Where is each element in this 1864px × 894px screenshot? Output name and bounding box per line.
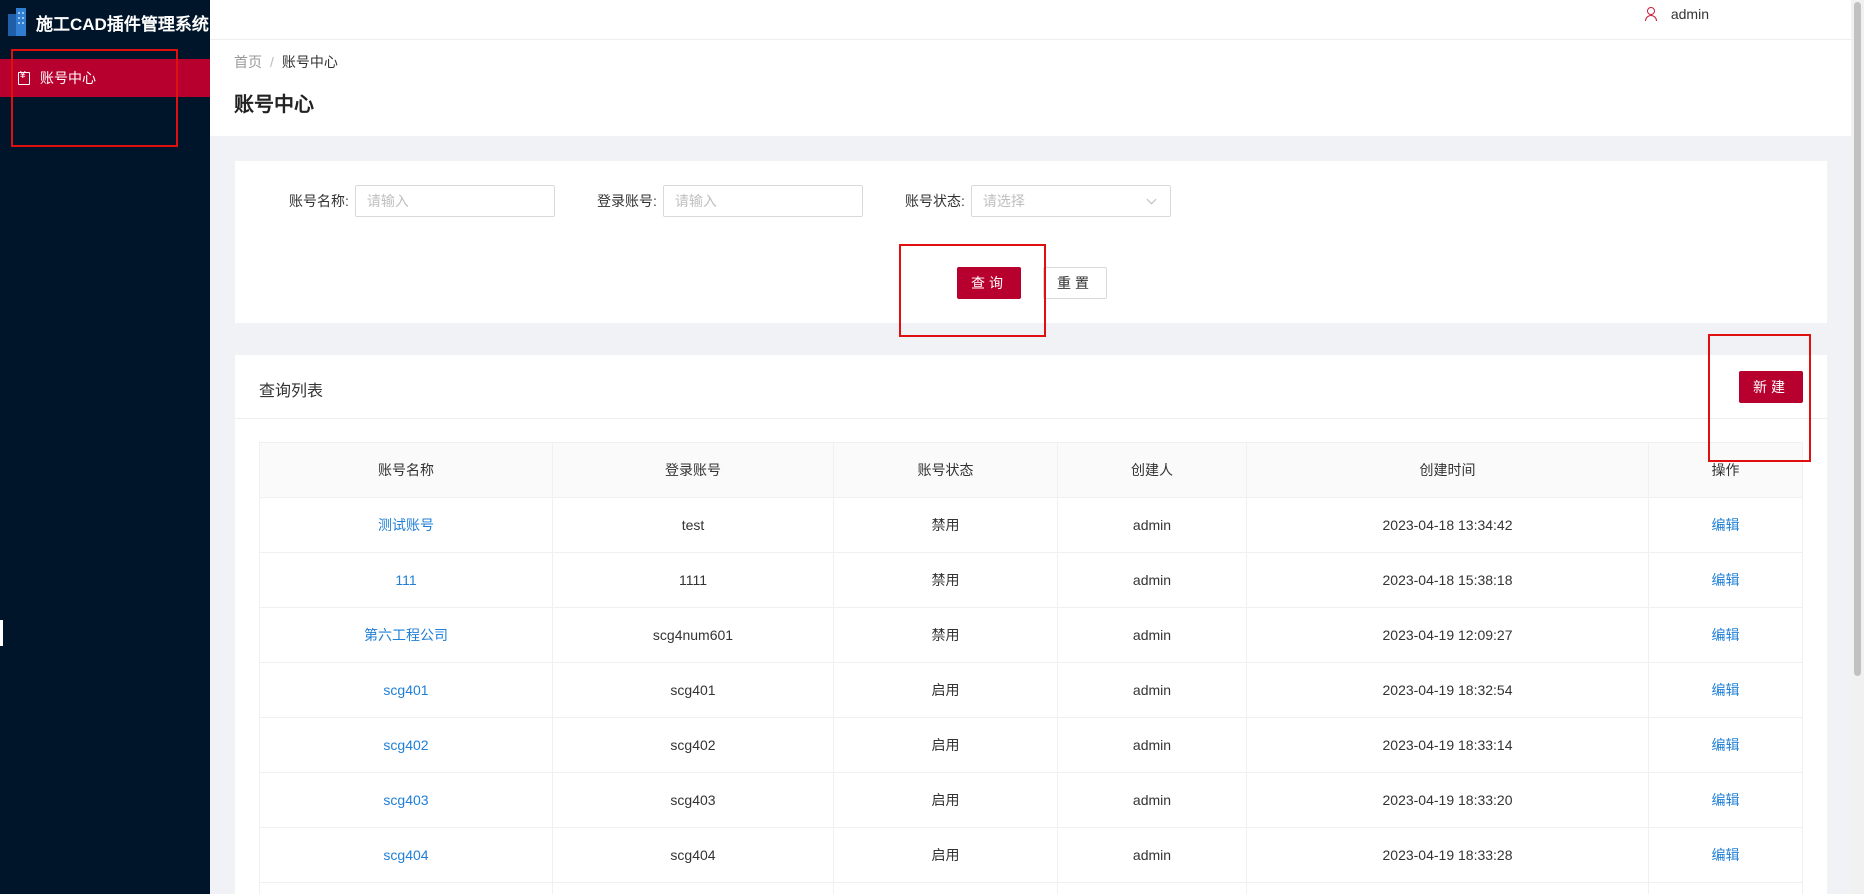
account-name-link[interactable]: scg401 xyxy=(259,662,553,718)
status-cell: 启用 xyxy=(833,772,1058,828)
list-panel: 查询列表 新建 账号名称 登录账号 账号状态 创建人 创建时间 操作 测试账号 … xyxy=(235,355,1827,894)
table-row: 测试账号 test 禁用 admin 2023-04-18 13:34:42 编… xyxy=(259,497,1803,553)
creator-cell: admin xyxy=(1057,662,1247,718)
top-header: admin xyxy=(210,0,1864,40)
select-placeholder: 请选择 xyxy=(982,193,1025,209)
breadcrumb-home[interactable]: 首页 xyxy=(234,54,262,70)
column-header-status: 账号状态 xyxy=(833,442,1058,498)
account-name-link[interactable]: 第六工程公司 xyxy=(259,607,553,663)
column-header-login-account: 登录账号 xyxy=(552,442,834,498)
account-status-field: 账号状态: 请选择 xyxy=(905,185,1171,217)
account-name-link[interactable]: scg402 xyxy=(259,717,553,773)
creator-cell: admin xyxy=(1057,497,1247,553)
table-row: scg403 scg403 启用 admin 2023-04-19 18:33:… xyxy=(259,772,1803,828)
breadcrumb: 首页 / 账号中心 xyxy=(234,52,338,72)
login-account-cell: scg403 xyxy=(552,772,834,828)
creator-cell: admin xyxy=(1057,607,1247,663)
status-cell: 禁用 xyxy=(833,552,1058,608)
chevron-down-icon xyxy=(1146,194,1157,204)
page-header: 首页 / 账号中心 账号中心 xyxy=(210,40,1864,136)
creator-cell: admin xyxy=(1057,772,1247,828)
search-form: 账号名称: 登录账号: 账号状态: 请选择 查询 重置 xyxy=(235,161,1827,323)
column-header-creator: 创建人 xyxy=(1057,442,1247,498)
reset-button[interactable]: 重置 xyxy=(1043,267,1107,299)
account-name-label: 账号名称: xyxy=(289,193,349,209)
creator-cell: admin xyxy=(1057,827,1247,883)
table-row: 111 1111 禁用 admin 2023-04-18 15:38:18 编辑 xyxy=(259,552,1803,608)
status-cell: 启用 xyxy=(833,827,1058,883)
page-title: 账号中心 xyxy=(234,94,314,116)
edit-link[interactable]: 编辑 xyxy=(1648,827,1803,883)
login-account-input[interactable] xyxy=(662,185,863,217)
sidebar-item-account-center[interactable]: 账号中心 xyxy=(0,59,210,97)
user-icon xyxy=(1644,7,1657,21)
breadcrumb-current: 账号中心 xyxy=(281,54,338,70)
building-logo-icon xyxy=(8,8,30,36)
app-logo: 施工CAD插件管理系统 xyxy=(0,0,210,44)
edit-link[interactable]: 编辑 xyxy=(1648,552,1803,608)
account-card-icon xyxy=(18,70,30,85)
created-time-cell: 2023-04-18 13:34:42 xyxy=(1246,497,1649,553)
account-name-input[interactable] xyxy=(354,185,555,217)
login-account-cell: test xyxy=(552,497,834,553)
new-button[interactable]: 新建 xyxy=(1739,371,1803,403)
sidebar: 施工CAD插件管理系统 账号中心 xyxy=(0,0,210,894)
login-account-label: 登录账号: xyxy=(597,193,657,209)
username: admin xyxy=(1670,6,1709,22)
creator-cell: admin xyxy=(1057,552,1247,608)
created-time-cell: 2023-04-19 18:33:28 xyxy=(1246,827,1649,883)
account-status-select[interactable]: 请选择 xyxy=(970,185,1171,217)
created-time-cell: 2023-04-19 18:33:14 xyxy=(1246,717,1649,773)
account-name-field: 账号名称: xyxy=(289,185,555,217)
creator-cell: admin xyxy=(1057,717,1247,773)
account-status-label: 账号状态: xyxy=(905,193,965,209)
account-name-link[interactable]: 测试账号 xyxy=(259,497,553,553)
table-row: 第六工程公司 scg4num601 禁用 admin 2023-04-19 12… xyxy=(259,607,1803,663)
query-button[interactable]: 查询 xyxy=(957,267,1021,299)
login-account-cell: scg401 xyxy=(552,662,834,718)
status-cell: 启用 xyxy=(833,717,1058,773)
column-header-account-name: 账号名称 xyxy=(259,442,553,498)
list-title: 查询列表 xyxy=(259,383,324,400)
table-row: scg404 scg404 启用 admin 2023-04-19 18:33:… xyxy=(259,827,1803,883)
login-account-cell: 1111 xyxy=(552,552,834,608)
table-row: scg401 scg401 启用 admin 2023-04-19 18:32:… xyxy=(259,662,1803,718)
login-account-cell: scg402 xyxy=(552,717,834,773)
sidebar-item-label: 账号中心 xyxy=(40,70,96,86)
breadcrumb-separator: / xyxy=(270,54,274,70)
sidebar-edge-marker xyxy=(0,620,3,646)
edit-link[interactable]: 编辑 xyxy=(1648,607,1803,663)
table-header-row: 账号名称 登录账号 账号状态 创建人 创建时间 操作 xyxy=(259,442,1803,498)
edit-link[interactable]: 编辑 xyxy=(1648,772,1803,828)
account-name-link[interactable]: scg404 xyxy=(259,827,553,883)
column-header-actions: 操作 xyxy=(1648,442,1803,498)
account-name-link[interactable]: scg403 xyxy=(259,772,553,828)
account-name-link[interactable]: 111 xyxy=(259,552,553,608)
login-account-cell: scg4num601 xyxy=(552,607,834,663)
created-time-cell: 2023-04-19 18:32:54 xyxy=(1246,662,1649,718)
edit-link[interactable]: 编辑 xyxy=(1648,717,1803,773)
created-time-cell: 2023-04-19 12:09:27 xyxy=(1246,607,1649,663)
list-header: 查询列表 新建 xyxy=(235,355,1827,419)
column-header-created-time: 创建时间 xyxy=(1246,442,1649,498)
status-cell: 禁用 xyxy=(833,497,1058,553)
status-cell: 启用 xyxy=(833,662,1058,718)
login-account-cell: scg404 xyxy=(552,827,834,883)
login-account-field: 登录账号: xyxy=(597,185,863,217)
edit-link[interactable]: 编辑 xyxy=(1648,497,1803,553)
created-time-cell: 2023-04-19 18:33:20 xyxy=(1246,772,1649,828)
status-cell: 禁用 xyxy=(833,607,1058,663)
account-table: 账号名称 登录账号 账号状态 创建人 创建时间 操作 测试账号 test 禁用 … xyxy=(259,442,1803,894)
scrollbar-thumb[interactable] xyxy=(1854,2,1861,676)
app-title: 施工CAD插件管理系统 xyxy=(36,14,209,34)
page-scrollbar[interactable] xyxy=(1851,0,1864,894)
table-row xyxy=(259,882,1803,894)
user-menu[interactable]: admin xyxy=(1644,0,1709,28)
edit-link[interactable]: 编辑 xyxy=(1648,662,1803,718)
table-row: scg402 scg402 启用 admin 2023-04-19 18:33:… xyxy=(259,717,1803,773)
created-time-cell: 2023-04-18 15:38:18 xyxy=(1246,552,1649,608)
